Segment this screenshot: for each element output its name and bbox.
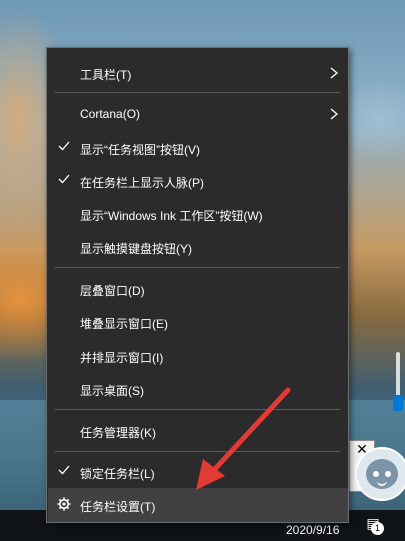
menu-item-label: 任务栏设置(T) — [80, 500, 156, 514]
taskbar-date[interactable]: 2020/9/16 — [286, 523, 339, 537]
taskbar-context-menu: 工具栏(T) Cortana(O) 显示“任务视图”按钮(V) 在任务栏上显示人… — [46, 47, 349, 523]
menu-item-label: 堆叠显示窗口(E) — [80, 317, 168, 331]
checkmark-icon — [58, 141, 70, 151]
volume-slider-thumb[interactable] — [393, 395, 403, 411]
menu-item-show-desktop[interactable]: 显示桌面(S) — [48, 372, 348, 406]
menu-item-show-people[interactable]: 在任务栏上显示人脉(P) — [48, 164, 348, 198]
menu-item-show-windows-ink[interactable]: 显示“Windows Ink 工作区”按钮(W) — [48, 197, 348, 231]
menu-item-label: 任务管理器(K) — [80, 426, 156, 440]
menu-item-task-manager[interactable]: 任务管理器(K) — [48, 414, 348, 448]
checkmark-icon — [58, 174, 70, 184]
menu-item-toolbars[interactable]: 工具栏(T) — [48, 56, 348, 90]
menu-item-stack-windows[interactable]: 堆叠显示窗口(E) — [48, 305, 348, 339]
menu-item-label: 层叠窗口(D) — [80, 284, 145, 298]
avatar-mouth — [377, 480, 387, 486]
menu-item-label: 工具栏(T) — [80, 68, 132, 82]
menu-item-show-task-view[interactable]: 显示“任务视图”按钮(V) — [48, 131, 348, 165]
menu-separator — [55, 409, 340, 410]
menu-item-side-by-side[interactable]: 并排显示窗口(I) — [48, 339, 348, 373]
menu-item-label: 显示桌面(S) — [80, 384, 144, 398]
checkmark-icon — [58, 465, 70, 475]
menu-item-cortana[interactable]: Cortana(O) — [48, 97, 348, 131]
menu-separator — [55, 92, 340, 93]
menu-item-label: 在任务栏上显示人脉(P) — [80, 176, 204, 190]
menu-item-label: Cortana(O) — [80, 107, 141, 121]
people-avatar[interactable] — [355, 447, 405, 501]
gear-icon — [57, 497, 71, 511]
menu-item-lock-taskbar[interactable]: 锁定任务栏(L) — [48, 455, 348, 489]
menu-item-taskbar-settings[interactable]: 任务栏设置(T) — [48, 488, 348, 522]
menu-item-label: 锁定任务栏(L) — [80, 467, 155, 481]
menu-item-label: 并排显示窗口(I) — [80, 351, 164, 365]
avatar-eye — [385, 471, 391, 477]
menu-item-cascade-windows[interactable]: 层叠窗口(D) — [48, 272, 348, 306]
notification-count-badge: 1 — [371, 522, 384, 535]
chevron-right-icon — [330, 67, 339, 79]
avatar-eye — [373, 471, 379, 477]
avatar-face — [366, 459, 398, 489]
menu-separator — [55, 451, 340, 452]
menu-item-label: 显示“任务视图”按钮(V) — [80, 143, 200, 157]
menu-item-show-touch-keyboard[interactable]: 显示触摸键盘按钮(Y) — [48, 230, 348, 264]
menu-item-label: 显示“Windows Ink 工作区”按钮(W) — [80, 209, 263, 223]
menu-item-label: 显示触摸键盘按钮(Y) — [80, 242, 192, 256]
menu-separator — [55, 267, 340, 268]
chevron-right-icon — [330, 108, 339, 120]
